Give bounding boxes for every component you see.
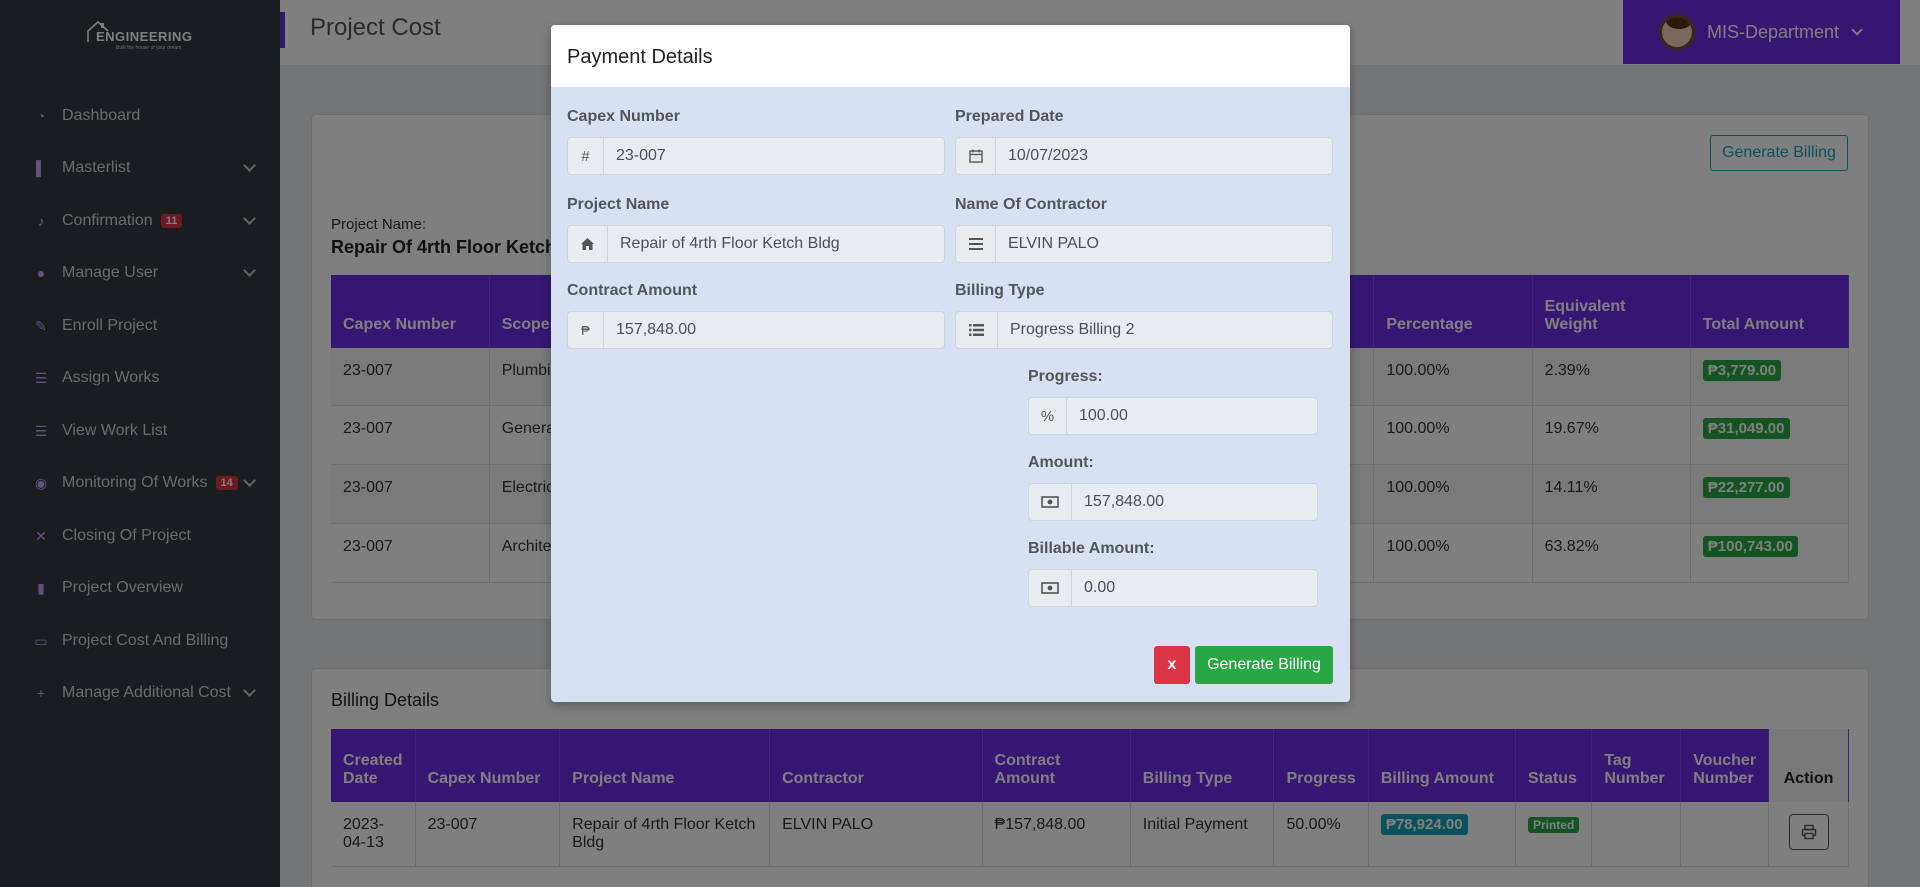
home-icon [567, 225, 607, 263]
amount-input[interactable]: 157,848.00 [1071, 483, 1318, 521]
prepared-date-label: Prepared Date [955, 108, 1064, 125]
project-name-label: Project Name [567, 196, 670, 213]
modal-header: Payment Details [551, 25, 1350, 88]
amount-field[interactable]: 157,848.00 [1028, 483, 1318, 521]
billing-type-input[interactable]: Progress Billing 2 [997, 311, 1333, 349]
payment-details-modal: Payment Details Capex Number # 23-007 Pr… [551, 25, 1350, 702]
modal-title: Payment Details [567, 46, 713, 68]
billing-type-label: Billing Type [955, 282, 1045, 299]
progress-field[interactable]: % 100.00 [1028, 397, 1318, 435]
progress-input[interactable]: 100.00 [1066, 397, 1318, 435]
generate-billing-submit-button[interactable]: Generate Billing [1195, 646, 1333, 684]
close-button[interactable]: x [1154, 646, 1190, 684]
progress-label: Progress: [1028, 368, 1103, 385]
contract-amount-input[interactable]: 157,848.00 [603, 311, 945, 349]
billable-amount-label: Billable Amount: [1028, 540, 1155, 557]
project-name-field[interactable]: Repair of 4rth Floor Ketch Bldg [567, 225, 945, 263]
contractor-field[interactable]: ELVIN PALO [955, 225, 1333, 263]
list-icon [955, 311, 997, 349]
peso-icon: ₱ [567, 311, 603, 349]
contractor-input[interactable]: ELVIN PALO [995, 225, 1333, 263]
hash-icon: # [567, 137, 603, 175]
prepared-date-input[interactable]: 10/07/2023 [995, 137, 1333, 175]
percent-icon: % [1028, 397, 1066, 435]
billing-type-field[interactable]: Progress Billing 2 [955, 311, 1333, 349]
billable-amount-field[interactable]: 0.00 [1028, 569, 1318, 607]
capex-number-label: Capex Number [567, 108, 680, 125]
contract-amount-field[interactable]: ₱ 157,848.00 [567, 311, 945, 349]
money-bill-icon [1028, 483, 1071, 521]
billable-amount-input[interactable]: 0.00 [1071, 569, 1318, 607]
money-bill-icon [1028, 569, 1071, 607]
calendar-icon [955, 137, 995, 175]
contract-amount-label: Contract Amount [567, 282, 698, 299]
amount-label: Amount: [1028, 454, 1094, 471]
capex-number-field[interactable]: # 23-007 [567, 137, 945, 175]
project-name-input[interactable]: Repair of 4rth Floor Ketch Bldg [607, 225, 945, 263]
prepared-date-field[interactable]: 10/07/2023 [955, 137, 1333, 175]
capex-number-input[interactable]: 23-007 [603, 137, 945, 175]
menu-icon [955, 225, 995, 263]
contractor-label: Name Of Contractor [955, 196, 1108, 213]
